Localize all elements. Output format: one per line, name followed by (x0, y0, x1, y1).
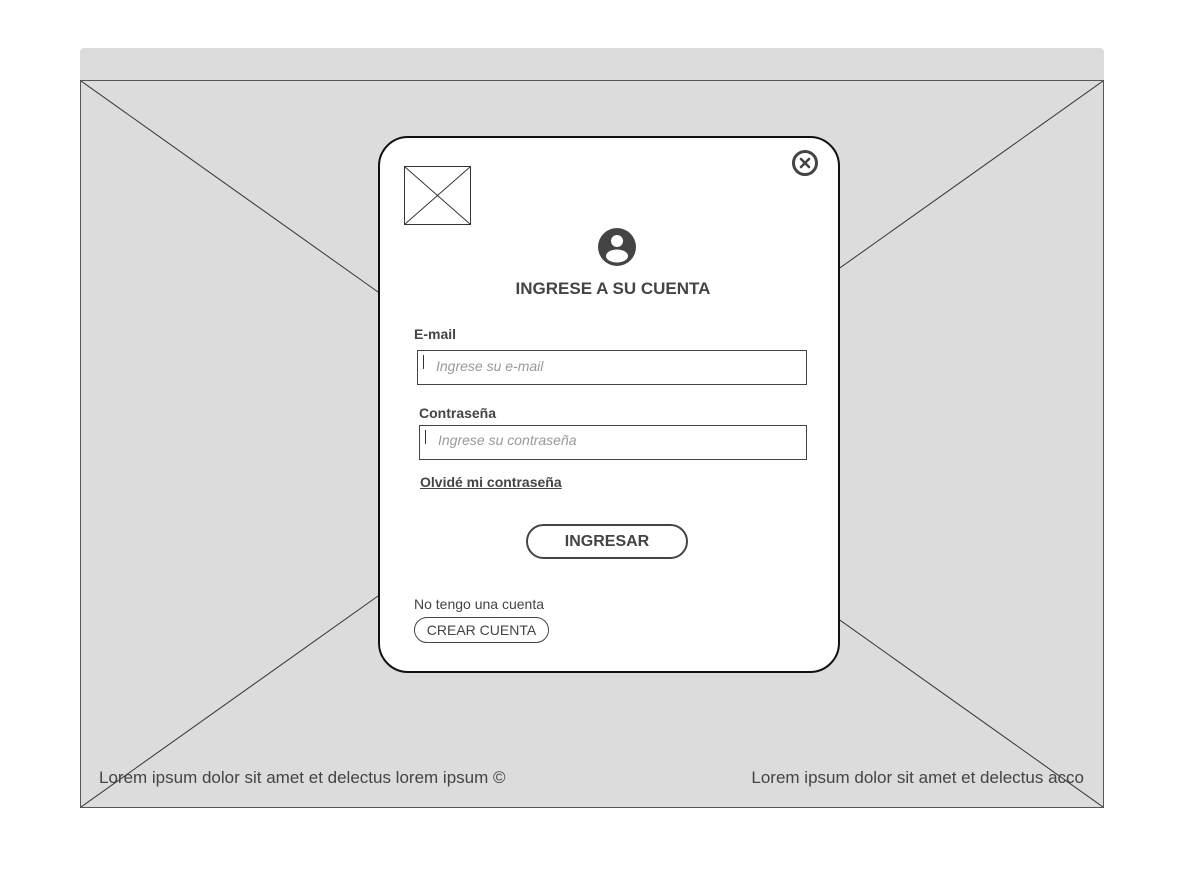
login-modal: INGRESE A SU CUENTA E-mail Ingrese su e-… (378, 136, 840, 673)
footer-left-text: Lorem ipsum dolor sit amet et delectus l… (99, 768, 506, 787)
password-placeholder: Ingrese su contraseña (438, 432, 577, 448)
password-label: Contraseña (419, 405, 497, 421)
footer-right-text: Lorem ipsum dolor sit amet et delectus a… (751, 768, 1084, 787)
no-account-text: No tengo una cuenta (414, 596, 544, 612)
create-account-button[interactable]: CREAR CUENTA (414, 617, 549, 643)
close-icon (799, 157, 811, 169)
password-input[interactable]: Ingrese su contraseña (419, 425, 807, 460)
page: Lorem ipsum dolor sit amet et delectus l… (0, 0, 1184, 888)
email-placeholder: Ingrese su e-mail (436, 358, 544, 374)
image-placeholder-icon (405, 167, 470, 224)
text-caret (423, 355, 424, 369)
modal-title: INGRESE A SU CUENTA (515, 279, 711, 298)
browser-top-bar (80, 48, 1104, 81)
email-label: E-mail (414, 326, 457, 342)
text-caret (425, 430, 426, 444)
logo-image-placeholder (404, 166, 471, 225)
close-button[interactable] (792, 150, 818, 176)
login-button[interactable]: INGRESAR (526, 524, 688, 559)
email-input[interactable]: Ingrese su e-mail (417, 350, 807, 385)
user-circle-icon (598, 228, 636, 266)
forgot-password-link[interactable]: Olvidé mi contraseña (420, 474, 562, 490)
